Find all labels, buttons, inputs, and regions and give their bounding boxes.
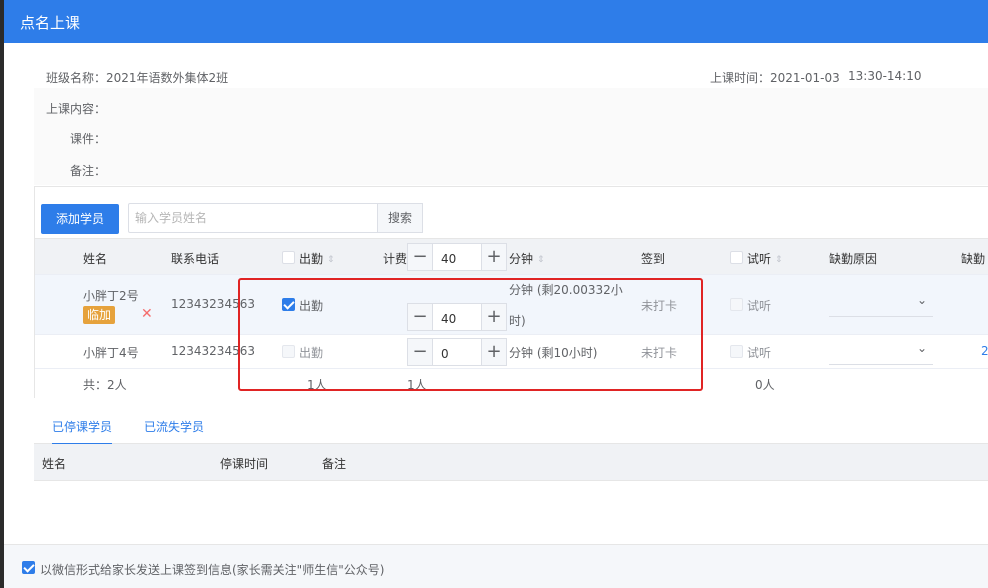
signin-status: 未打卡: [641, 299, 678, 313]
sort-icon[interactable]: ⇕: [537, 255, 545, 265]
header-trial-label: 试听: [747, 252, 772, 266]
plus-icon[interactable]: +: [481, 243, 507, 271]
tab-stopped[interactable]: 已停课学员: [52, 418, 113, 445]
minus-icon[interactable]: −: [407, 338, 433, 366]
student-phone: 12343234563: [171, 344, 255, 358]
stopped-header-remark: 备注: [322, 457, 347, 471]
attend-checkbox[interactable]: [282, 298, 295, 311]
class-time-value: 13:30-14:10: [848, 69, 922, 83]
dialog-body: 班级名称：2021年语数外集体2班 上课时间：2021-01-03 13:30-…: [34, 60, 988, 540]
fee-input[interactable]: 0: [433, 338, 481, 366]
student-name: 小胖丁2号: [83, 289, 139, 303]
wechat-notice-label: 以微信形式给家长发送上课签到信息(家长需关注"师生信"公众号): [40, 563, 385, 577]
header-name: 姓名: [83, 252, 108, 266]
header-absence-extra: 缺勤: [961, 252, 986, 266]
dialog-title: 点名上课: [20, 14, 81, 32]
wechat-notice-checkbox[interactable]: [22, 561, 35, 574]
header-attend-label: 出勤: [299, 252, 324, 266]
stopped-header-time: 停课时间: [220, 457, 269, 471]
total-count: 共：2人: [83, 378, 127, 392]
student-phone: 12343234563: [171, 297, 255, 311]
search-button[interactable]: 搜索: [377, 203, 423, 233]
plus-icon[interactable]: +: [481, 303, 507, 331]
absence-extra-link[interactable]: 2: [981, 344, 988, 358]
add-student-button[interactable]: 添加学员: [41, 204, 119, 234]
plus-icon[interactable]: +: [481, 338, 507, 366]
table-header: 姓名 联系电话 出勤 ⇕ 计费 − 40 + 分钟 ⇕ 签到 试听 ⇕ 缺勤原因 缺勤: [35, 238, 988, 274]
dialog-footer: 以微信形式给家长发送上课签到信息(家长需关注"师生信"公众号): [4, 544, 988, 588]
header-minute-label: 分钟: [509, 252, 534, 266]
roll-call-dialog: 点名上课 班级名称：2021年语数外集体2班 上课时间：2021-01-03 1…: [4, 0, 988, 588]
class-name: 班级名称：2021年语数外集体2班: [46, 71, 229, 85]
minus-icon[interactable]: −: [407, 303, 433, 331]
stopped-header-name: 姓名: [42, 457, 67, 471]
fee-count: 1人: [407, 378, 427, 392]
header-absence-reason: 缺勤原因: [829, 252, 878, 266]
header-fee-input[interactable]: 40: [433, 243, 481, 271]
table-summary: 共：2人 1人 1人 0人: [35, 368, 988, 398]
minute-remaining-line1: 分钟 (剩20.00332小: [509, 283, 623, 297]
minus-icon[interactable]: −: [407, 243, 433, 271]
student-toolbar: 添加学员 搜索: [34, 186, 988, 238]
content-label: 上课内容：: [46, 102, 107, 116]
student-status-tabs: 已停课学员 已流失学员: [34, 410, 988, 445]
sort-icon[interactable]: ⇕: [775, 255, 783, 265]
absence-reason-select[interactable]: ⌄: [829, 289, 933, 317]
trial-count: 0人: [755, 378, 775, 392]
table-row: 小胖丁2号 临加 ✕ 12343234563 出勤 − 40 + 分钟 (剩20…: [35, 274, 988, 334]
class-time-label: 上课时间：2021-01-03: [710, 71, 840, 85]
student-search-input[interactable]: [128, 203, 378, 233]
attend-label: 出勤: [299, 299, 324, 313]
header-attend: 出勤 ⇕: [299, 250, 335, 267]
chevron-down-icon: ⌄: [916, 293, 927, 307]
student-name: 小胖丁4号: [83, 346, 139, 360]
remark-label: 备注：: [70, 164, 107, 178]
class-info-details: 上课内容： 课件： 备注：: [34, 88, 988, 185]
tab-lost[interactable]: 已流失学员: [144, 418, 204, 435]
attend-count: 1人: [307, 378, 327, 392]
trial-checkbox[interactable]: [730, 345, 743, 358]
attend-all-checkbox[interactable]: [282, 251, 295, 264]
class-info: 班级名称：2021年语数外集体2班 上课时间：2021-01-03 13:30-…: [34, 60, 988, 185]
trial-all-checkbox[interactable]: [730, 251, 743, 264]
attendance-table: 姓名 联系电话 出勤 ⇕ 计费 − 40 + 分钟 ⇕ 签到 试听 ⇕ 缺勤原因 缺勤: [34, 238, 988, 398]
attend-checkbox[interactable]: [282, 345, 295, 358]
divider: [34, 480, 988, 481]
header-minute: 分钟 ⇕: [509, 250, 545, 267]
attend-label: 出勤: [299, 346, 324, 360]
remove-icon[interactable]: ✕: [141, 306, 153, 322]
courseware-label: 课件：: [70, 132, 107, 146]
signin-status: 未打卡: [641, 346, 678, 360]
header-phone: 联系电话: [171, 252, 220, 266]
stopped-table-header: 姓名 停课时间 备注: [34, 444, 988, 480]
minute-remaining: 分钟 (剩10小时): [509, 346, 598, 360]
header-fee: 计费: [383, 252, 408, 266]
minute-remaining-line2: 时): [509, 314, 526, 328]
trial-label: 试听: [747, 346, 772, 360]
table-row: 小胖丁4号 12343234563 出勤 − 0 + 分钟 (剩10小时) 未打…: [35, 334, 988, 368]
temp-add-badge: 临加: [83, 306, 116, 324]
trial-checkbox[interactable]: [730, 298, 743, 311]
dialog-header: 点名上课: [4, 0, 988, 43]
absence-reason-select[interactable]: ⌄: [829, 337, 933, 365]
fee-input[interactable]: 40: [433, 303, 481, 331]
chevron-down-icon: ⌄: [916, 341, 927, 355]
header-trial: 试听 ⇕: [747, 250, 783, 267]
trial-label: 试听: [747, 299, 772, 313]
header-signin: 签到: [641, 252, 666, 266]
sort-icon[interactable]: ⇕: [327, 255, 335, 265]
